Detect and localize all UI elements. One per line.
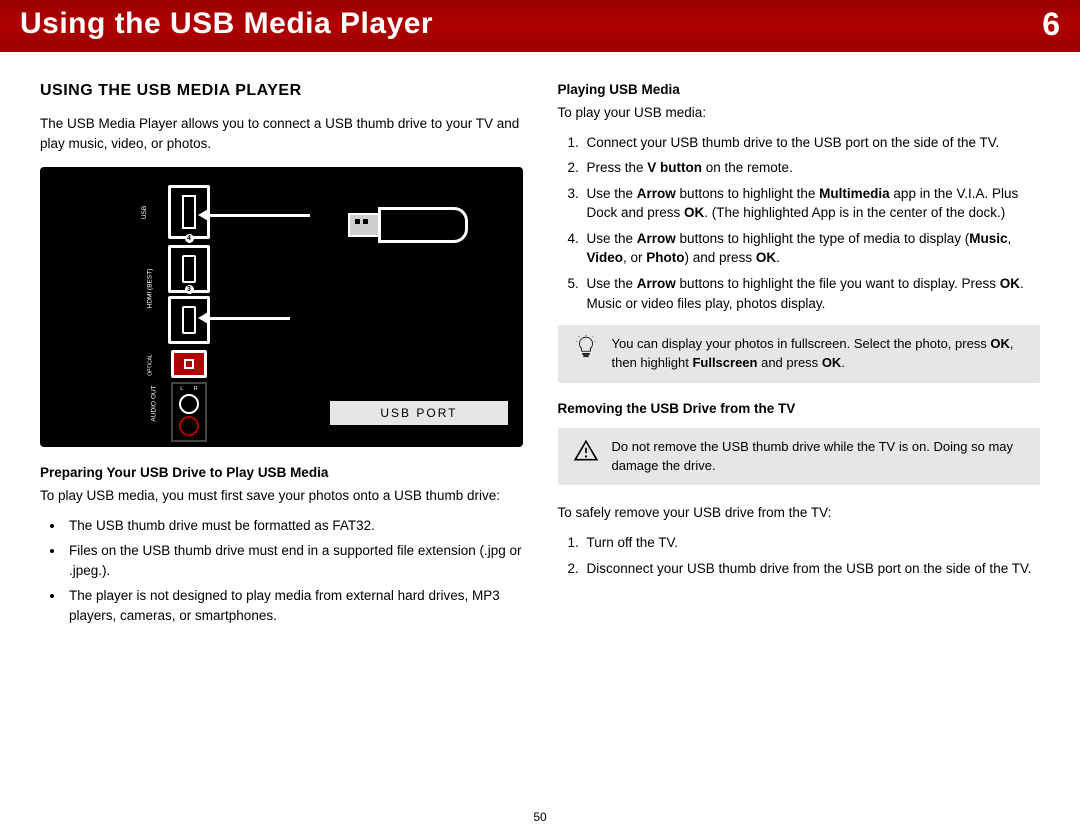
lightbulb-icon — [570, 335, 602, 373]
optical-label: OPTICAL — [148, 354, 154, 375]
arrow-to-hdmi — [210, 317, 290, 320]
page-content: USING THE USB MEDIA PLAYER The USB Media… — [0, 52, 1080, 658]
list-item: Turn off the TV. — [583, 533, 1041, 553]
list-item: Use the Arrow buttons to highlight the f… — [583, 274, 1041, 313]
usb-thumb-drive-icon — [348, 207, 468, 243]
intro-paragraph: The USB Media Player allows you to conne… — [40, 114, 523, 153]
list-item: Files on the USB thumb drive must end in… — [65, 541, 523, 580]
chapter-header: Using the USB Media Player 6 — [0, 0, 1080, 52]
page-number: 50 — [0, 810, 1080, 824]
tip-text: You can display your photos in fullscree… — [612, 335, 1029, 373]
tip-callout: You can display your photos in fullscree… — [558, 325, 1041, 383]
optical-port — [171, 350, 207, 378]
list-item: The USB thumb drive must be formatted as… — [65, 516, 523, 536]
list-item: The player is not designed to play media… — [65, 586, 523, 625]
preparing-list: The USB thumb drive must be formatted as… — [65, 516, 523, 626]
left-column: USING THE USB MEDIA PLAYER The USB Media… — [40, 82, 523, 638]
arrow-to-usb — [210, 214, 310, 217]
list-item: Press the V button on the remote. — [583, 158, 1041, 178]
warning-callout: Do not remove the USB thumb drive while … — [558, 428, 1041, 486]
playing-steps: Connect your USB thumb drive to the USB … — [583, 133, 1041, 314]
list-item: Disconnect your USB thumb drive from the… — [583, 559, 1041, 579]
usb-port-figure: USB HDMI (BEST) 4 3 — [40, 167, 523, 447]
usb-port-label: USB — [141, 206, 148, 219]
warning-icon — [570, 438, 602, 476]
playing-subhead: Playing USB Media — [558, 82, 1041, 97]
removing-subhead: Removing the USB Drive from the TV — [558, 401, 1041, 416]
hdmi-label: HDMI (BEST) — [146, 269, 153, 309]
figure-caption: USB PORT — [330, 401, 507, 425]
right-column: Playing USB Media To play your USB media… — [558, 82, 1041, 638]
preparing-intro: To play USB media, you must first save y… — [40, 486, 523, 506]
playing-intro: To play your USB media: — [558, 103, 1041, 123]
chapter-number: 6 — [1042, 6, 1060, 43]
audio-out-ports: LR — [171, 382, 207, 442]
chapter-title: Using the USB Media Player — [20, 7, 433, 41]
preparing-subhead: Preparing Your USB Drive to Play USB Med… — [40, 465, 523, 480]
list-item: Use the Arrow buttons to highlight the t… — [583, 229, 1041, 268]
audio-out-label: AUDIO OUT — [151, 386, 158, 422]
list-item: Connect your USB thumb drive to the USB … — [583, 133, 1041, 153]
list-item: Use the Arrow buttons to highlight the M… — [583, 184, 1041, 223]
removing-intro: To safely remove your USB drive from the… — [558, 503, 1041, 523]
section-heading: USING THE USB MEDIA PLAYER — [40, 82, 523, 100]
removing-steps: Turn off the TV. Disconnect your USB thu… — [583, 533, 1041, 578]
warning-text: Do not remove the USB thumb drive while … — [612, 438, 1029, 476]
